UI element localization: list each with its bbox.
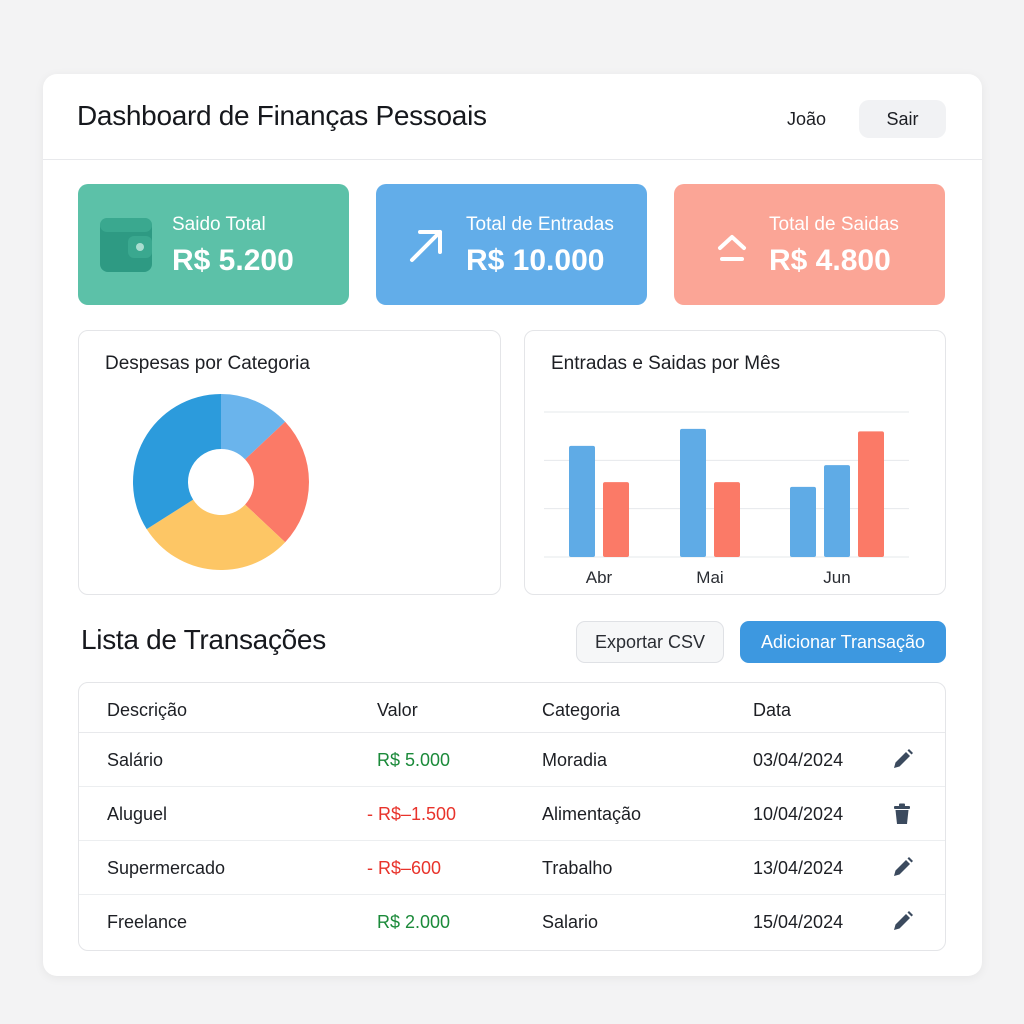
chart-bar (790, 486, 816, 557)
transaction-date: 15/04/2024 (753, 912, 844, 932)
chart-bar (680, 428, 706, 557)
expenses-chart-title: Despesas por Categoria (105, 353, 310, 374)
transaction-description: Salário (107, 750, 164, 770)
balance-value: R$ 5.200 (172, 244, 294, 277)
column-header-date: Data (753, 700, 792, 720)
chart-bar (858, 431, 884, 557)
table-row[interactable]: Salário R$ 5.000 Moradia 03/04/2024 (79, 733, 945, 787)
transaction-description: Aluguel (107, 804, 168, 824)
transaction-date: 13/04/2024 (753, 858, 844, 878)
monthly-flow-panel: Entradas e Saidas por Mês Abr Mai Jun (524, 330, 946, 595)
transaction-description: Freelance (107, 912, 188, 932)
user-name: João (787, 109, 827, 129)
expenses-by-category-panel: Despesas por Categoria (78, 330, 501, 595)
chart-bar (569, 445, 595, 557)
donut-slice (133, 394, 221, 530)
expense-value: R$ 4.800 (769, 244, 891, 277)
wallet-icon (100, 218, 152, 272)
x-tick-label: Abr (586, 568, 613, 587)
balance-card: Saido Total R$ 5.200 (78, 184, 349, 305)
balance-label: Saido Total (172, 214, 266, 235)
chart-bar (714, 482, 740, 557)
donut-chart (133, 394, 309, 570)
income-card: Total de Entradas R$ 10.000 (376, 184, 647, 305)
table-header: Descrição Valor Categoria Data (79, 683, 945, 733)
transaction-category: Salario (542, 912, 599, 932)
transaction-value: R$ 5.000 (377, 750, 451, 770)
x-tick-label: Jun (823, 568, 850, 587)
column-header-category: Categoria (542, 700, 621, 720)
column-header-value: Valor (377, 700, 418, 720)
logout-button[interactable]: Sair (859, 100, 946, 138)
transaction-date: 10/04/2024 (753, 804, 844, 824)
transaction-category: Trabalho (542, 858, 613, 878)
header: Dashboard de Finanças Pessoais João Sair (43, 74, 982, 160)
pencil-icon[interactable] (889, 855, 915, 881)
transactions-table: Descrição Valor Categoria Data Salário R… (78, 682, 946, 951)
table-row[interactable]: Freelance R$ 2.000 Salario 15/04/2024 (79, 895, 945, 949)
chevron-up-minus-icon (718, 235, 746, 261)
add-transaction-button[interactable]: Adicionar Transação (740, 621, 946, 663)
arrow-up-right-icon (410, 230, 442, 262)
transaction-description: Supermercado (107, 858, 226, 878)
bar-chart: Abr Mai Jun (544, 411, 909, 587)
table-row[interactable]: Aluguel - R$–1.500 Alimentação 10/04/202… (79, 787, 945, 841)
expense-label: Total de Saidas (769, 214, 899, 235)
transactions-title: Lista de Transações (81, 624, 326, 655)
transaction-category: Moradia (542, 750, 608, 770)
chart-bar (824, 465, 850, 557)
chart-bar (603, 482, 629, 557)
expense-card: Total de Saidas R$ 4.800 (674, 184, 945, 305)
transaction-value: R$ 2.000 (377, 912, 451, 932)
transaction-value: - R$–1.500 (367, 804, 457, 824)
transaction-value: - R$–600 (367, 858, 442, 878)
export-csv-button[interactable]: Exportar CSV (576, 621, 724, 663)
table-row[interactable]: Supermercado - R$–600 Trabalho 13/04/202… (79, 841, 945, 895)
trash-icon[interactable] (889, 801, 915, 827)
page-title: Dashboard de Finanças Pessoais (77, 100, 487, 131)
income-label: Total de Entradas (466, 214, 614, 235)
income-value: R$ 10.000 (466, 244, 605, 277)
pencil-icon[interactable] (889, 909, 915, 935)
x-tick-label: Mai (696, 568, 723, 587)
transaction-category: Alimentação (542, 804, 642, 824)
column-header-description: Descrição (107, 700, 188, 720)
transaction-date: 03/04/2024 (753, 750, 844, 770)
dashboard-window: Dashboard de Finanças Pessoais João Sair… (43, 74, 982, 976)
pencil-icon[interactable] (889, 747, 915, 773)
